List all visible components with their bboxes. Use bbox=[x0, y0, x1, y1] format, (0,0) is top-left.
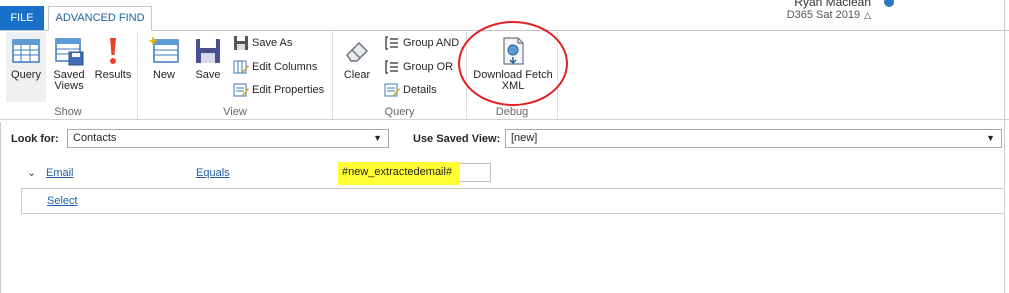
save-as-label: Save As bbox=[252, 37, 293, 49]
edit-properties-icon bbox=[233, 83, 249, 97]
save-as-icon bbox=[234, 36, 248, 51]
field-link-email[interactable]: Email bbox=[46, 167, 74, 179]
org-name: D365 Sat 2019 bbox=[786, 9, 861, 21]
look-for-value: Contacts bbox=[73, 132, 117, 144]
save-disk-icon bbox=[196, 39, 220, 63]
operator-link-equals[interactable]: Equals bbox=[196, 167, 230, 179]
collapse-ribbon-icon[interactable]: △ bbox=[864, 9, 871, 22]
query-group-label: Query bbox=[384, 106, 415, 118]
new-view-icon bbox=[148, 36, 179, 63]
show-group-label: Show bbox=[54, 106, 82, 118]
dropdown-arrow-icon: ▼ bbox=[986, 133, 995, 143]
look-for-label: Look for: bbox=[11, 133, 59, 145]
saved-views-icon bbox=[55, 38, 84, 66]
group-or-button[interactable]: Group OR bbox=[384, 57, 453, 77]
row-divider bbox=[21, 188, 1003, 189]
edit-columns-button[interactable]: Edit Columns bbox=[233, 57, 317, 77]
details-icon bbox=[384, 83, 400, 97]
query-grid-icon bbox=[12, 39, 40, 63]
group-and-button[interactable]: Group AND bbox=[384, 33, 459, 53]
look-for-select[interactable]: Contacts ▼ bbox=[67, 129, 389, 148]
saved-views-button[interactable]: Saved Views bbox=[50, 35, 88, 92]
view-group-label: View bbox=[223, 106, 247, 118]
details-label: Details bbox=[403, 84, 437, 96]
query-button[interactable]: Query bbox=[7, 35, 45, 81]
window-border bbox=[1004, 0, 1005, 293]
new-label: New bbox=[152, 69, 175, 81]
saved-view-label: Use Saved View: bbox=[413, 133, 501, 145]
edit-properties-label: Edit Properties bbox=[252, 84, 325, 96]
saved-view-select[interactable]: [new] ▼ bbox=[505, 129, 1002, 148]
user-status-icon bbox=[884, 0, 894, 7]
user-info[interactable]: Ryan Maclean D365 Sat 2019 △ bbox=[787, 0, 871, 22]
row-border bbox=[21, 188, 22, 214]
advanced-find-window: FILE ADVANCED FIND Ryan Maclean D365 Sat… bbox=[0, 0, 1009, 293]
results-label: Results bbox=[94, 69, 132, 81]
filter-value-text: #new_extractedemail# bbox=[342, 166, 453, 178]
group-and-label: Group AND bbox=[403, 37, 460, 49]
annotation-circle bbox=[458, 21, 568, 106]
results-button[interactable]: Results bbox=[93, 35, 133, 81]
select-field-link[interactable]: Select bbox=[47, 195, 78, 207]
save-as-button[interactable]: Save As bbox=[233, 33, 292, 53]
save-label: Save bbox=[195, 69, 221, 81]
row-divider bbox=[21, 213, 1003, 214]
clear-label: Clear bbox=[343, 69, 371, 81]
group-or-icon bbox=[385, 60, 398, 74]
tab-advanced-find[interactable]: ADVANCED FIND bbox=[48, 6, 152, 31]
save-button[interactable]: Save bbox=[189, 35, 227, 81]
exclamation-icon bbox=[110, 38, 116, 64]
clear-button[interactable]: Clear bbox=[339, 35, 375, 81]
query-label: Query bbox=[11, 69, 41, 81]
edit-columns-icon bbox=[233, 60, 249, 74]
new-button[interactable]: New bbox=[145, 35, 183, 81]
edit-properties-button[interactable]: Edit Properties bbox=[233, 80, 324, 100]
content-border bbox=[0, 122, 1, 293]
dropdown-arrow-icon: ▼ bbox=[373, 133, 382, 143]
edit-columns-label: Edit Columns bbox=[252, 61, 318, 73]
group-and-icon bbox=[385, 36, 398, 50]
saved-views-label-2: Views bbox=[54, 80, 84, 92]
eraser-icon bbox=[346, 41, 369, 62]
group-or-label: Group OR bbox=[403, 61, 454, 73]
tab-file[interactable]: FILE bbox=[0, 6, 44, 30]
collapse-row-chevron-icon[interactable]: ⌄ bbox=[27, 166, 36, 179]
details-button[interactable]: Details bbox=[384, 80, 437, 100]
saved-view-value: [new] bbox=[511, 132, 538, 144]
debug-group-label: Debug bbox=[495, 106, 529, 118]
user-name: Ryan Maclean bbox=[794, 0, 871, 9]
